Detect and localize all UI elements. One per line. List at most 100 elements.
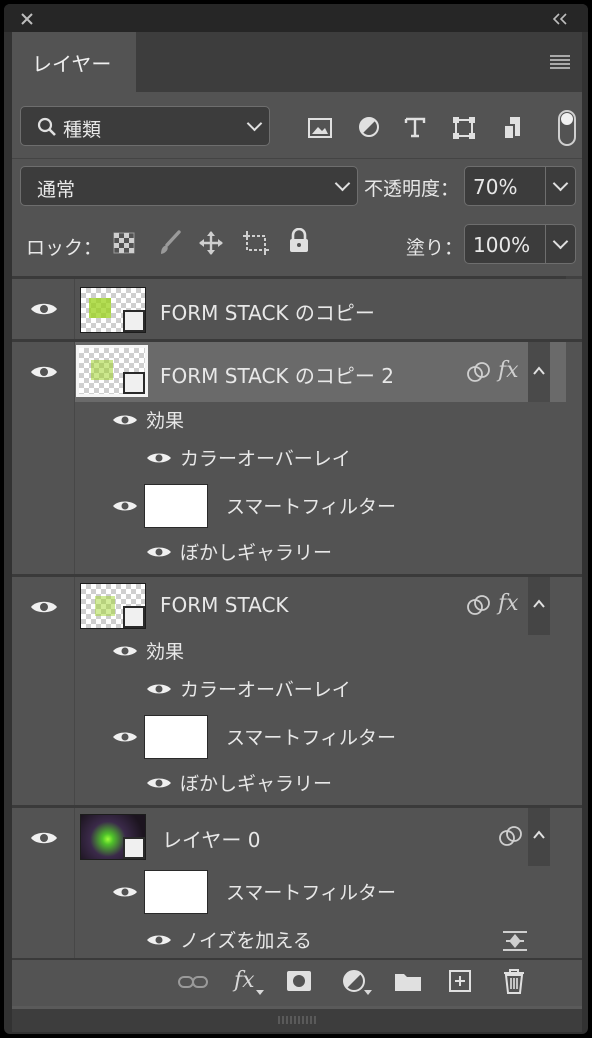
smart-filter-label: スマートフィルター (226, 496, 397, 518)
lock-all-icon[interactable] (288, 228, 310, 254)
divider (545, 225, 546, 263)
close-icon[interactable] (20, 12, 34, 26)
shape-layer-filter-icon[interactable] (452, 116, 476, 140)
smart-object-badge-icon (123, 310, 145, 332)
eye-icon[interactable] (112, 412, 138, 428)
divider (12, 158, 582, 159)
lock-image-pixels-icon[interactable] (158, 230, 182, 256)
opacity-label: 不透明度： (364, 178, 460, 200)
eye-icon[interactable] (146, 450, 172, 466)
layer-thumbnail[interactable] (80, 287, 146, 333)
effect-name[interactable]: カラーオーバーレイ (180, 675, 351, 702)
panel-body: 種類 通常 不透明度： 70% ロック： 塗り： 100% FORM STACK… (12, 92, 582, 1032)
layer-group: レイヤー 0 スマートフィルター ノイズを加える (12, 808, 582, 958)
expand-toggle[interactable] (528, 342, 550, 402)
caret-down-icon (364, 990, 372, 995)
layer-name[interactable]: FORM STACK (160, 593, 289, 617)
fx-icon[interactable]: fx (498, 591, 519, 616)
opacity-input[interactable]: 70% (464, 166, 576, 206)
pixel-layer-filter-icon[interactable] (308, 118, 332, 138)
expand-toggle[interactable] (528, 577, 550, 635)
thumbnail-art (95, 596, 115, 616)
smart-object-filter-icon[interactable] (502, 116, 524, 140)
type-layer-filter-icon[interactable] (404, 116, 426, 138)
eye-icon[interactable] (30, 301, 58, 317)
fx-icon[interactable]: fx (498, 358, 519, 383)
smart-filter-label: スマートフィルター (226, 727, 397, 749)
panel-menu-icon[interactable] (550, 54, 570, 70)
smart-filter-link-icon[interactable] (498, 824, 524, 848)
eye-icon[interactable] (112, 643, 138, 659)
thumbnail-art (91, 360, 113, 380)
chevron-down-icon (246, 115, 263, 132)
eye-icon[interactable] (30, 830, 58, 846)
thumbnail-art (89, 298, 111, 318)
smart-object-badge-icon (123, 606, 145, 628)
panel-footer (12, 1006, 582, 1032)
filter-mask-thumbnail[interactable] (144, 715, 208, 759)
tab-layers[interactable]: レイヤー (12, 32, 136, 92)
chevron-up-icon (533, 599, 545, 608)
layer-thumbnail[interactable] (80, 814, 146, 860)
layer-name[interactable]: レイヤー 0 (162, 824, 260, 853)
expand-toggle[interactable] (528, 808, 550, 866)
layer-thumbnail[interactable] (76, 345, 148, 397)
link-layers-icon[interactable] (178, 974, 208, 990)
chevron-down-icon[interactable] (552, 175, 569, 192)
layer-name[interactable]: FORM STACK のコピー 2 (160, 360, 394, 389)
blend-mode-select[interactable]: 通常 (20, 166, 358, 206)
collapse-icon[interactable] (552, 13, 568, 25)
lock-transparent-pixels-icon[interactable] (113, 232, 135, 254)
chevron-up-icon (533, 830, 545, 839)
eye-icon[interactable] (146, 775, 172, 791)
new-adjustment-layer-icon[interactable] (342, 969, 366, 993)
eye-icon[interactable] (146, 681, 172, 697)
tab-bar: レイヤー (12, 32, 582, 92)
new-layer-icon[interactable] (448, 969, 472, 993)
filter-toggle-knob (561, 113, 573, 125)
layer-row[interactable]: FORM STACK のコピー (12, 279, 582, 339)
filter-mask-thumbnail[interactable] (144, 484, 208, 528)
fill-value: 100% (473, 233, 531, 257)
filter-blending-options-icon[interactable] (502, 930, 528, 952)
eye-icon[interactable] (112, 498, 138, 514)
eye-icon[interactable] (112, 729, 138, 745)
delete-layer-icon[interactable] (502, 968, 526, 994)
smart-filter-link-icon[interactable] (466, 593, 492, 617)
effect-name[interactable]: カラーオーバーレイ (180, 444, 351, 471)
add-mask-icon[interactable] (286, 970, 312, 992)
eye-icon[interactable] (30, 599, 58, 615)
lock-artboard-icon[interactable] (242, 230, 270, 256)
resize-grip-icon[interactable] (278, 1016, 316, 1024)
lock-position-icon[interactable] (198, 230, 224, 256)
new-group-folder-icon[interactable] (394, 970, 422, 992)
effects-label: 効果 (146, 641, 185, 663)
smart-filter-link-icon[interactable] (466, 360, 492, 384)
filter-mask-thumbnail[interactable] (144, 870, 208, 914)
eye-icon[interactable] (30, 364, 58, 380)
adjustment-layer-filter-icon[interactable] (358, 116, 380, 138)
chevron-up-icon (533, 366, 545, 375)
smart-object-badge-icon (123, 837, 145, 859)
layer-name[interactable]: FORM STACK のコピー (160, 297, 375, 326)
chevron-down-icon[interactable] (552, 233, 569, 250)
eye-icon[interactable] (146, 544, 172, 560)
add-layer-style-icon[interactable]: fx (234, 968, 255, 993)
chevron-down-icon (334, 175, 351, 192)
eye-icon[interactable] (112, 884, 138, 900)
filter-name[interactable]: ぼかしギャラリー (180, 769, 332, 796)
bottom-toolbar: fx (12, 960, 582, 1006)
panel-titlebar (4, 4, 588, 32)
layer-thumbnail[interactable] (80, 583, 146, 629)
layer-group: FORM STACK のコピー 2 fx 効果 カラーオーバーレイ スマートフィ… (12, 342, 582, 574)
filter-name[interactable]: ノイズを加える (180, 926, 312, 953)
tab-layers-label: レイヤー (32, 52, 112, 76)
filter-name[interactable]: ぼかしギャラリー (180, 538, 332, 565)
caret-down-icon (256, 990, 264, 995)
divider (545, 167, 546, 205)
eye-icon[interactable] (146, 932, 172, 948)
fill-input[interactable]: 100% (464, 224, 576, 264)
smart-object-badge-icon (123, 372, 145, 394)
filter-kind-select[interactable]: 種類 (20, 106, 270, 146)
filter-toggle[interactable] (558, 110, 576, 146)
